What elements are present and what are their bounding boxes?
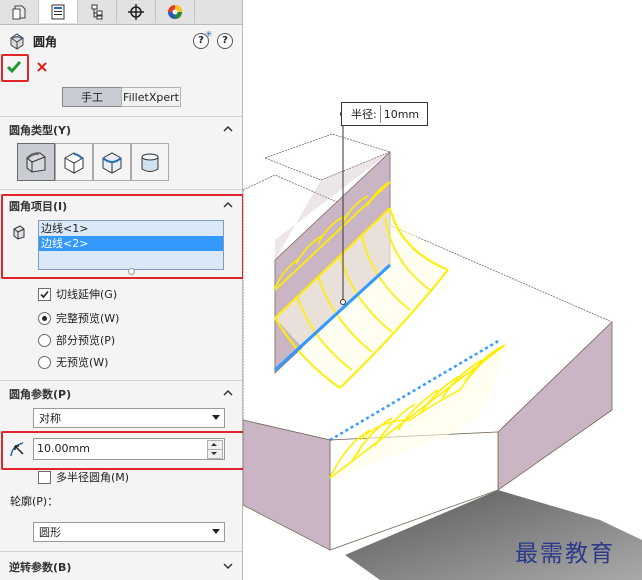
close-icon xyxy=(37,62,47,72)
fillet-method-select[interactable]: 对称 xyxy=(33,408,225,428)
face-fillet-button[interactable] xyxy=(93,143,131,181)
no-preview-label: 无预览(W) xyxy=(56,356,109,369)
tab-dimxpert[interactable] xyxy=(117,0,156,23)
spin-down-button[interactable] xyxy=(207,449,223,459)
setback-header[interactable]: 逆转参数(B) xyxy=(0,556,242,578)
fillet-items-header[interactable]: 圆角项目(I) xyxy=(0,195,242,217)
constant-size-fillet-icon xyxy=(26,152,46,173)
detailed-help-icon-glyph: ? xyxy=(222,35,228,46)
face-fillet-icon xyxy=(102,152,122,174)
callout-label: 半径: xyxy=(351,108,377,121)
tangent-propagation-label: 切线延伸(G) xyxy=(56,288,118,301)
sparkle-icon: ✳ xyxy=(205,30,213,40)
tangent-propagation-checkbox[interactable] xyxy=(38,287,51,301)
spin-up-icon xyxy=(211,443,217,446)
no-preview-radio[interactable] xyxy=(38,355,51,369)
partial-preview-option[interactable]: 部分预览(P) xyxy=(38,332,115,348)
divider xyxy=(0,116,242,117)
profile-select[interactable]: 圆形 xyxy=(33,522,225,542)
callout-input[interactable]: 10mm xyxy=(379,105,421,123)
full-round-fillet-button[interactable] xyxy=(131,143,169,181)
radius-callout[interactable]: 半径: 10mm xyxy=(341,102,428,126)
configuration-manager-icon xyxy=(91,4,103,19)
radius-input[interactable]: 10.00mm xyxy=(33,438,225,460)
tab-property-manager[interactable] xyxy=(39,0,78,23)
setback-label: 逆转参数(B) xyxy=(9,561,72,574)
graphics-viewport[interactable]: 半径: 10mm 最需教育 xyxy=(243,0,642,580)
display-manager-icon xyxy=(168,4,182,19)
checkmark-icon xyxy=(6,61,22,74)
help-icon-glyph: ? xyxy=(198,35,204,46)
tangent-propagation-option[interactable]: 切线延伸(G) xyxy=(38,286,117,302)
tab-configuration-manager[interactable] xyxy=(78,0,117,23)
profile-value: 圆形 xyxy=(39,526,61,539)
chevron-up-icon xyxy=(223,389,233,396)
edge-selection-list[interactable]: 边线<1> 边线<2> xyxy=(38,220,224,270)
full-round-fillet-icon xyxy=(141,153,159,172)
partial-preview-label: 部分预览(P) xyxy=(56,334,116,347)
full-preview-label: 完整预览(W) xyxy=(56,312,120,325)
property-manager-icon xyxy=(51,4,65,19)
tab-feature-manager[interactable] xyxy=(0,0,39,23)
property-manager-panel: 圆角 ? ✳ ? 手工 FilletXpert 圆角类型(Y) 圆角项目(I) … xyxy=(0,0,258,580)
callout-anchor xyxy=(340,299,346,305)
detailed-help-icon[interactable]: ? xyxy=(217,33,233,49)
fillet-feature-icon xyxy=(10,33,24,50)
feature-header: 圆角 xyxy=(7,31,57,51)
tab-filletxpert[interactable]: FilletXpert xyxy=(121,87,181,107)
constant-size-fillet-button[interactable] xyxy=(17,143,55,181)
callout-value: 10mm xyxy=(383,107,420,121)
cancel-button[interactable] xyxy=(35,60,49,74)
fillet-items-label: 圆角项目(I) xyxy=(9,200,68,213)
divider xyxy=(0,380,242,381)
fillet-type-header[interactable]: 圆角类型(Y) xyxy=(0,119,242,141)
variable-size-fillet-button[interactable] xyxy=(55,143,93,181)
variable-size-fillet-icon xyxy=(64,152,84,174)
list-item[interactable]: 边线<1> xyxy=(39,221,223,236)
fillet-params-header[interactable]: 圆角参数(P) xyxy=(0,383,242,405)
fillet-params-label: 圆角参数(P) xyxy=(9,388,72,401)
edge-selection-icon xyxy=(13,225,25,240)
divider xyxy=(0,551,242,552)
list-resize-handle[interactable] xyxy=(128,268,135,275)
fillet-method-value: 对称 xyxy=(39,412,61,425)
chevron-down-icon xyxy=(223,563,233,570)
radius-icon xyxy=(10,442,24,457)
dropdown-arrow-icon xyxy=(212,529,220,534)
tab-manual[interactable]: 手工 xyxy=(62,87,122,107)
fillet-type-label: 圆角类型(Y) xyxy=(9,124,72,137)
manager-tabs xyxy=(0,0,242,25)
part-model[interactable] xyxy=(243,0,642,580)
partial-preview-radio[interactable] xyxy=(38,333,51,347)
tab-display-manager[interactable] xyxy=(156,0,195,23)
divider xyxy=(0,189,242,190)
list-item-selected[interactable]: 边线<2> xyxy=(39,236,223,251)
full-preview-radio[interactable] xyxy=(38,311,51,325)
ok-button[interactable] xyxy=(6,59,22,75)
multi-radius-option[interactable]: 多半径圆角(M) xyxy=(38,469,129,485)
watermark-text: 最需教育 xyxy=(515,541,615,567)
feature-manager-icon xyxy=(12,5,26,19)
dimxpert-icon xyxy=(128,3,144,20)
spin-down-icon xyxy=(211,452,217,455)
multi-radius-checkbox[interactable] xyxy=(38,470,51,484)
chevron-up-icon xyxy=(223,201,233,208)
full-preview-option[interactable]: 完整预览(W) xyxy=(38,310,119,326)
multi-radius-label: 多半径圆角(M) xyxy=(56,471,130,484)
chevron-up-icon xyxy=(223,125,233,132)
radius-value: 10.00mm xyxy=(37,442,90,455)
page-title: 圆角 xyxy=(33,34,58,49)
no-preview-option[interactable]: 无预览(W) xyxy=(38,354,108,370)
profile-label: 轮廓(P)： xyxy=(10,495,59,508)
checkmark-icon xyxy=(40,290,49,298)
base-lower-side-face xyxy=(243,419,331,551)
dropdown-arrow-icon xyxy=(212,415,220,420)
